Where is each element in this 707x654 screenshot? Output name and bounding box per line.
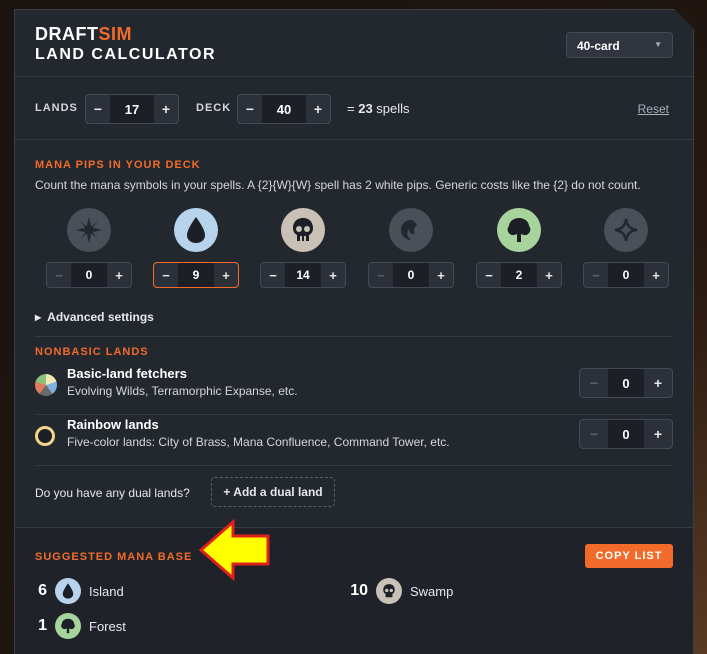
rainbow-increment-button[interactable]: +: [644, 420, 672, 448]
nonbasic-row-fetchers: Basic-land fetchers Evolving Wilds, Terr…: [35, 366, 673, 412]
land-count: 6: [38, 582, 47, 599]
nonbasic-title: Rainbow lands: [67, 417, 159, 432]
blue-increment-button[interactable]: +: [214, 263, 238, 287]
lands-stepper: − 17 +: [85, 94, 179, 124]
advanced-settings-toggle[interactable]: ▶ Advanced settings: [35, 310, 154, 324]
white-pip-stepper: − 0 +: [46, 262, 132, 288]
deck-counts-row: LANDS − 17 + DECK − 40 + = 23 spells Res…: [15, 78, 693, 140]
colorless-pip-value[interactable]: 0: [608, 263, 644, 287]
land-count: 10: [350, 582, 368, 599]
lands-increment-button[interactable]: +: [154, 95, 178, 123]
dual-lands-question: Do you have any dual lands?: [35, 486, 190, 500]
swamp-icon: [376, 578, 402, 604]
black-mana-icon: [281, 208, 325, 252]
pip-white: − 0 +: [46, 208, 132, 294]
colorless-pip-stepper: − 0 +: [583, 262, 669, 288]
colorless-mana-icon: [604, 208, 648, 252]
land-forest: 1 Forest: [25, 612, 126, 640]
divider: [35, 414, 673, 415]
rainbow-decrement-button[interactable]: −: [580, 420, 608, 448]
spells-count: = 23 spells: [347, 101, 410, 116]
header: DRAFTSIM LAND CALCULATOR 40-card ▼: [15, 10, 693, 77]
triangle-right-icon: ▶: [35, 313, 42, 322]
pip-colorless: − 0 +: [583, 208, 669, 294]
green-pip-stepper: − 2 +: [476, 262, 562, 288]
red-mana-icon: [389, 208, 433, 252]
fetchers-decrement-button[interactable]: −: [580, 369, 608, 397]
nonbasic-subtitle: Evolving Wilds, Terramorphic Expanse, et…: [67, 384, 298, 398]
divider: [35, 465, 673, 466]
nonbasic-lands-heading: NONBASIC LANDS: [35, 346, 149, 358]
nonbasic-subtitle: Five-color lands: City of Brass, Mana Co…: [67, 435, 450, 449]
fetchers-stepper: − 0 +: [579, 368, 673, 398]
yellow-arrow-annotation: [199, 519, 270, 581]
deck-decrement-button[interactable]: −: [238, 95, 262, 123]
fetchers-value[interactable]: 0: [608, 369, 644, 397]
white-increment-button[interactable]: +: [107, 263, 131, 287]
rainbow-value[interactable]: 0: [608, 420, 644, 448]
copy-list-button[interactable]: COPY LIST: [585, 544, 673, 568]
land-calculator-panel: DRAFTSIM LAND CALCULATOR 40-card ▼ LANDS…: [14, 9, 694, 654]
deck-value[interactable]: 40: [262, 95, 306, 123]
black-pip-value[interactable]: 14: [285, 263, 321, 287]
deck-increment-button[interactable]: +: [306, 95, 330, 123]
fetchers-increment-button[interactable]: +: [644, 369, 672, 397]
add-dual-land-button[interactable]: + Add a dual land: [211, 477, 335, 507]
green-increment-button[interactable]: +: [537, 263, 561, 287]
blue-pip-value[interactable]: 9: [178, 263, 214, 287]
suggested-mana-base-heading: SUGGESTED MANA BASE: [35, 551, 193, 563]
blue-decrement-button[interactable]: −: [154, 263, 178, 287]
colorless-increment-button[interactable]: +: [644, 263, 668, 287]
reset-link[interactable]: Reset: [638, 102, 669, 116]
land-name: Swamp: [410, 583, 454, 599]
nonbasic-row-rainbow: Rainbow lands Five-color lands: City of …: [35, 417, 673, 463]
white-decrement-button[interactable]: −: [47, 263, 71, 287]
white-pip-value[interactable]: 0: [71, 263, 107, 287]
pip-red: − 0 +: [368, 208, 454, 294]
rainbow-land-icon: [35, 426, 55, 446]
black-decrement-button[interactable]: −: [261, 263, 285, 287]
mana-pips-heading: MANA PIPS IN YOUR DECK: [35, 159, 201, 171]
lands-label: LANDS: [35, 102, 78, 114]
lands-value[interactable]: 17: [110, 95, 154, 123]
chevron-down-icon: ▼: [654, 40, 662, 49]
colorless-decrement-button[interactable]: −: [584, 263, 608, 287]
island-icon: [55, 578, 81, 604]
divider: [35, 336, 673, 337]
green-pip-value[interactable]: 2: [501, 263, 537, 287]
pip-blue: − 9 +: [153, 208, 239, 294]
green-decrement-button[interactable]: −: [477, 263, 501, 287]
white-mana-icon: [67, 208, 111, 252]
lands-decrement-button[interactable]: −: [86, 95, 110, 123]
deck-stepper: − 40 +: [237, 94, 331, 124]
green-mana-icon: [497, 208, 541, 252]
land-swamp: 10 Swamp: [346, 577, 453, 605]
red-decrement-button[interactable]: −: [369, 263, 393, 287]
pip-green: − 2 +: [476, 208, 562, 294]
blue-pip-stepper: − 9 +: [153, 262, 239, 288]
rainbow-stepper: − 0 +: [579, 419, 673, 449]
land-island: 6 Island: [25, 577, 124, 605]
multicolor-fetch-icon: [35, 374, 57, 396]
black-increment-button[interactable]: +: [321, 263, 345, 287]
forest-icon: [55, 613, 81, 639]
red-increment-button[interactable]: +: [429, 263, 453, 287]
land-count: 1: [38, 617, 47, 634]
deck-size-value: 40-card: [577, 39, 620, 53]
nonbasic-title: Basic-land fetchers: [67, 366, 187, 381]
deck-size-select[interactable]: 40-card ▼: [566, 32, 673, 58]
blue-mana-icon: [174, 208, 218, 252]
pip-black: − 14 +: [260, 208, 346, 294]
suggested-mana-base-section: SUGGESTED MANA BASE COPY LIST 6 Island 1…: [15, 527, 693, 654]
deck-label: DECK: [196, 102, 232, 114]
page-title: LAND CALCULATOR: [35, 46, 216, 63]
black-pip-stepper: − 14 +: [260, 262, 346, 288]
mana-pips-description: Count the mana symbols in your spells. A…: [35, 178, 641, 192]
land-name: Island: [89, 583, 124, 599]
red-pip-stepper: − 0 +: [368, 262, 454, 288]
draftsim-logo: DRAFTSIM: [35, 24, 133, 44]
land-name: Forest: [89, 618, 126, 634]
red-pip-value[interactable]: 0: [393, 263, 429, 287]
